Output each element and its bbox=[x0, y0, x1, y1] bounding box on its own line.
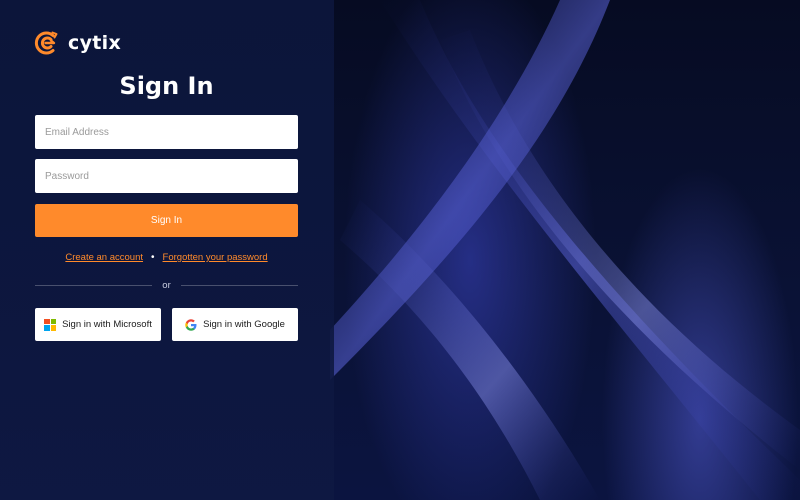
forgot-password-link[interactable]: Forgotten your password bbox=[163, 252, 268, 263]
sign-in-page: cytix Sign In Sign In Create an account … bbox=[0, 0, 800, 500]
divider-label: or bbox=[162, 280, 171, 291]
account-links: Create an account • Forgotten your passw… bbox=[35, 252, 298, 263]
microsoft-button-label: Sign in with Microsoft bbox=[62, 319, 152, 330]
or-divider: or bbox=[35, 280, 299, 291]
sign-in-google-button[interactable]: Sign in with Google bbox=[172, 308, 298, 341]
link-separator: • bbox=[151, 252, 155, 263]
sign-in-microsoft-button[interactable]: Sign in with Microsoft bbox=[35, 308, 161, 341]
google-button-label: Sign in with Google bbox=[203, 319, 285, 330]
brand-name: cytix bbox=[68, 32, 121, 54]
google-icon bbox=[185, 318, 197, 331]
sign-in-panel: cytix Sign In Sign In Create an account … bbox=[0, 0, 334, 500]
divider-line-left bbox=[35, 285, 153, 286]
password-input[interactable] bbox=[35, 159, 298, 193]
sign-in-button[interactable]: Sign In bbox=[35, 204, 298, 237]
create-account-link[interactable]: Create an account bbox=[65, 252, 143, 263]
divider-line-right bbox=[180, 285, 299, 286]
page-title: Sign In bbox=[119, 72, 214, 100]
cytix-logo-icon bbox=[34, 31, 58, 55]
brand-logo[interactable]: cytix bbox=[34, 30, 121, 56]
microsoft-icon bbox=[44, 318, 57, 331]
email-input[interactable] bbox=[35, 115, 298, 149]
